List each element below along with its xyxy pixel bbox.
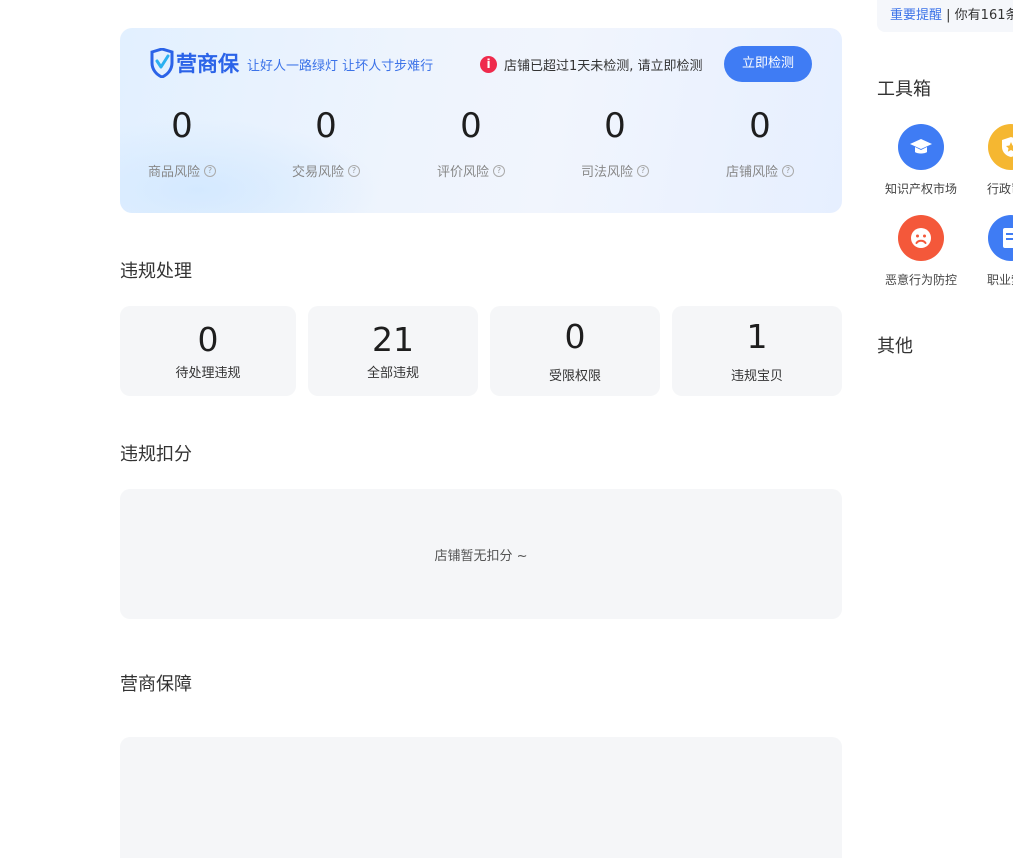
- tool-professional-claim[interactable]: 职业索赔: [966, 215, 1013, 288]
- card-value: 0: [564, 317, 586, 356]
- help-icon[interactable]: ?: [782, 164, 794, 177]
- risk-item-judicial[interactable]: 0 司法风险?: [560, 106, 670, 180]
- violation-card-all[interactable]: 21 全部违规: [308, 306, 478, 396]
- risk-item-review[interactable]: 0 评价风险?: [416, 106, 526, 180]
- info-icon: i: [480, 56, 497, 73]
- risk-value: 0: [604, 106, 626, 146]
- other-title: 其他: [877, 336, 913, 357]
- detect-now-button[interactable]: 立即检测: [724, 46, 812, 82]
- guarantee-section-title: 营商保障: [120, 674, 192, 695]
- frown-face-icon: [898, 215, 944, 261]
- tool-admin-judicial[interactable]: 行政司法: [966, 124, 1013, 197]
- risk-item-store[interactable]: 0 店铺风险?: [705, 106, 815, 180]
- graduation-cap-icon: [898, 124, 944, 170]
- guarantee-panel: [120, 737, 842, 858]
- brand-name: 营商保: [176, 52, 239, 76]
- deduction-empty-text: 店铺暂无扣分 ~: [434, 549, 528, 564]
- tool-malicious-prevention[interactable]: 恶意行为防控: [876, 215, 966, 288]
- tool-label: 行政司法: [986, 182, 1013, 196]
- card-label: 待处理违规: [175, 366, 241, 381]
- risk-item-product[interactable]: 0 商品风险?: [127, 106, 237, 180]
- page: 营商保 让好人一路绿灯 让坏人寸步难行 i 店铺已超过1天未检测, 请立即检测 …: [0, 0, 1013, 858]
- toolbox-title: 工具箱: [877, 79, 931, 100]
- shield-star-icon: [988, 124, 1013, 170]
- important-notice[interactable]: 重要提醒 | 你有161条: [877, 0, 1013, 32]
- risk-label: 评价风险: [436, 165, 489, 180]
- risk-label: 店铺风险: [725, 165, 778, 180]
- risk-item-transaction[interactable]: 0 交易风险?: [271, 106, 381, 180]
- card-value: 21: [372, 320, 414, 359]
- tool-label: 职业索赔: [986, 273, 1013, 287]
- alert-text: 店铺已超过1天未检测, 请立即检测: [504, 59, 703, 74]
- violation-section-title: 违规处理: [120, 261, 192, 282]
- risk-value: 0: [171, 106, 193, 146]
- risk-label: 交易风险: [291, 165, 344, 180]
- tool-label: 知识产权市场: [884, 182, 957, 196]
- deduction-panel: 店铺暂无扣分 ~: [120, 489, 842, 619]
- tool-ip-market[interactable]: 知识产权市场: [876, 124, 966, 197]
- deduction-section-title: 违规扣分: [120, 444, 192, 465]
- card-label: 受限权限: [548, 369, 601, 384]
- document-icon: [988, 215, 1013, 261]
- notice-text: | 你有161条: [946, 8, 1013, 23]
- help-icon[interactable]: ?: [348, 164, 360, 177]
- risk-label: 司法风险: [580, 165, 633, 180]
- risk-value: 0: [315, 106, 337, 146]
- detection-alert: i 店铺已超过1天未检测, 请立即检测: [480, 55, 703, 74]
- risk-value: 0: [460, 106, 482, 146]
- banner-slogan: 让好人一路绿灯 让坏人寸步难行: [247, 59, 434, 74]
- card-value: 0: [197, 320, 219, 359]
- help-icon[interactable]: ?: [493, 164, 505, 177]
- help-icon[interactable]: ?: [637, 164, 649, 177]
- risk-label: 商品风险: [147, 165, 200, 180]
- violation-card-restricted[interactable]: 0 受限权限: [490, 306, 660, 396]
- card-label: 违规宝贝: [730, 369, 783, 384]
- shield-check-icon: [150, 48, 174, 78]
- card-value: 1: [746, 317, 768, 356]
- violation-card-items[interactable]: 1 违规宝贝: [672, 306, 842, 396]
- brand-logo: 营商保: [150, 48, 239, 78]
- violation-card-pending[interactable]: 0 待处理违规: [120, 306, 296, 396]
- tool-label: 恶意行为防控: [884, 273, 957, 287]
- help-icon[interactable]: ?: [204, 164, 216, 177]
- notice-link[interactable]: 重要提醒: [890, 8, 942, 23]
- card-label: 全部违规: [366, 366, 419, 381]
- risk-value: 0: [749, 106, 771, 146]
